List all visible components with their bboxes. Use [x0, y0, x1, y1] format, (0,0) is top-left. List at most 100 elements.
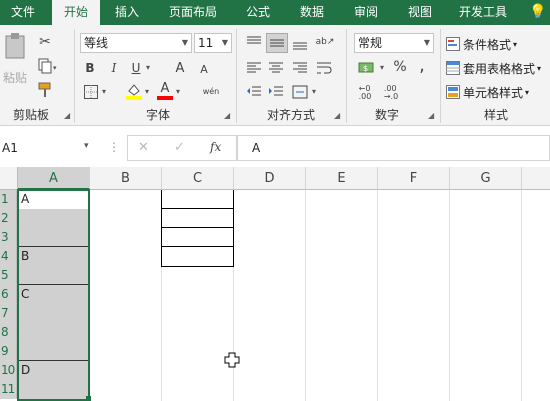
decrease-indent-icon[interactable] [244, 83, 264, 101]
phonetic-icon[interactable]: wén [200, 81, 222, 101]
cell-a10[interactable]: D [18, 361, 88, 401]
tab-data[interactable]: 数据 [288, 0, 336, 25]
tab-insert[interactable]: 插入 [106, 0, 148, 25]
font-name-combo[interactable]: 等线 ▼ [80, 33, 192, 53]
paste-label[interactable]: 粘贴 [0, 69, 30, 86]
shrink-font-button[interactable]: A [196, 61, 212, 77]
row-header-11[interactable]: 11 [0, 380, 17, 399]
cell-a10-value: D [21, 363, 31, 377]
chevron-down-icon: ▼ [181, 38, 188, 47]
chevron-down-icon: ▼ [221, 38, 228, 47]
row-header-1[interactable]: 1 [0, 190, 17, 209]
font-size-combo[interactable]: 11 ▼ [194, 33, 232, 53]
cancel-icon[interactable]: ✕ [138, 140, 149, 155]
column-header-g[interactable]: G [450, 167, 522, 190]
conditional-formatting-button[interactable]: 条件格式 ▾ [446, 35, 550, 53]
select-all-corner[interactable] [0, 167, 18, 190]
cut-icon[interactable]: ✂ [36, 33, 54, 51]
svg-text:▾: ▾ [53, 64, 57, 72]
wrap-text-icon[interactable] [314, 59, 334, 77]
svg-text:$: $ [363, 64, 368, 73]
gridline [449, 190, 450, 401]
chevron-down-icon[interactable]: ▾ [146, 63, 150, 72]
row-header-8[interactable]: 8 [0, 323, 17, 342]
row-header-3[interactable]: 3 [0, 228, 17, 247]
fill-handle[interactable] [86, 396, 91, 401]
column-header-a[interactable]: A [18, 167, 90, 190]
row-header-7[interactable]: 7 [0, 304, 17, 323]
cell-a4[interactable]: B [18, 247, 88, 285]
name-box[interactable]: A1 [0, 135, 95, 161]
paste-icon[interactable] [2, 31, 28, 61]
cell-styles-button[interactable]: 单元格样式 ▾ [446, 83, 550, 101]
tab-review[interactable]: 审阅 [344, 0, 388, 25]
bordered-range-c[interactable] [161, 190, 234, 267]
comma-button[interactable]: , [414, 55, 430, 76]
tab-home[interactable]: 开始 [52, 0, 100, 25]
gridline [305, 190, 306, 401]
column-header-d[interactable]: D [234, 167, 306, 190]
italic-button[interactable]: I [106, 59, 122, 77]
tab-view[interactable]: 视图 [398, 0, 442, 25]
format-as-table-button[interactable]: 套用表格格式 ▾ [446, 59, 550, 77]
worksheet-grid[interactable]: A B C D E F G 1 2 3 4 5 6 7 8 9 10 11 A … [0, 167, 550, 401]
column-header-b[interactable]: B [90, 167, 162, 190]
align-bottom-icon[interactable] [290, 33, 310, 53]
align-top-icon[interactable] [244, 33, 264, 53]
orientation-icon[interactable]: ab↗ [314, 31, 336, 53]
bold-button[interactable]: B [82, 59, 98, 77]
merge-center-icon[interactable] [290, 83, 310, 101]
chevron-down-icon[interactable]: ▾ [145, 87, 149, 96]
chevron-down-icon[interactable]: ▾ [176, 87, 180, 96]
align-center-icon[interactable] [266, 59, 286, 77]
number-launcher-icon[interactable]: ◢ [428, 111, 434, 120]
decrease-decimal-icon[interactable]: .00 →.0 [380, 83, 402, 103]
formula-input[interactable]: A [237, 135, 550, 161]
row-header-5[interactable]: 5 [0, 266, 17, 285]
increase-indent-icon[interactable] [266, 83, 286, 101]
tab-developer[interactable]: 开发工具 [450, 0, 516, 25]
underline-button[interactable]: U [128, 59, 144, 77]
increase-decimal-icon[interactable]: ←0.00 [354, 83, 376, 103]
enter-icon[interactable]: ✓ [174, 140, 185, 155]
align-middle-icon[interactable] [266, 33, 288, 53]
clipboard-launcher-icon[interactable]: ◢ [64, 111, 70, 120]
align-right-icon[interactable] [290, 59, 310, 77]
copy-icon[interactable]: ▾ [36, 57, 60, 75]
cell-a6[interactable]: C [18, 285, 88, 361]
font-color-icon[interactable]: A [156, 81, 174, 101]
format-painter-icon[interactable] [36, 81, 54, 99]
phonetic-label: wén [202, 86, 220, 96]
cell-a2-a3[interactable] [18, 209, 88, 247]
fill-color-icon[interactable] [124, 81, 144, 101]
column-header-f[interactable]: F [378, 167, 450, 190]
row-header-10[interactable]: 10 [0, 361, 17, 380]
percent-button[interactable]: % [392, 57, 408, 77]
lightbulb-icon[interactable]: 💡 [528, 0, 548, 25]
row-header-4[interactable]: 4 [0, 247, 17, 266]
font-launcher-icon[interactable]: ◢ [224, 111, 230, 120]
tab-file[interactable]: 文件 [0, 0, 46, 25]
number-format-combo[interactable]: 常规 ▼ [354, 33, 434, 53]
borders-icon[interactable] [82, 83, 100, 101]
align-left-icon[interactable] [244, 59, 264, 77]
insert-function-icon[interactable]: fx [210, 140, 221, 154]
chevron-down-icon[interactable]: ▾ [312, 87, 316, 96]
gridline [521, 190, 522, 401]
column-header-c[interactable]: C [162, 167, 234, 190]
row-header-9[interactable]: 9 [0, 342, 17, 361]
accounting-format-icon[interactable]: $ [354, 59, 382, 77]
chevron-down-icon[interactable]: ▾ [102, 87, 106, 96]
chevron-down-icon[interactable]: ▾ [84, 141, 89, 151]
font-group-label: 字体 [145, 108, 170, 122]
tab-formulas[interactable]: 公式 [236, 0, 280, 25]
chevron-down-icon[interactable]: ▾ [380, 63, 384, 72]
cell-a1[interactable]: A [18, 190, 88, 209]
tab-page-layout[interactable]: 页面布局 [160, 0, 226, 25]
row-header-2[interactable]: 2 [0, 209, 17, 228]
more-options-icon[interactable]: ⋮ [108, 140, 120, 154]
row-header-6[interactable]: 6 [0, 285, 17, 304]
grow-font-button[interactable]: A [172, 59, 188, 77]
column-header-e[interactable]: E [306, 167, 378, 190]
alignment-launcher-icon[interactable]: ◢ [334, 111, 340, 120]
